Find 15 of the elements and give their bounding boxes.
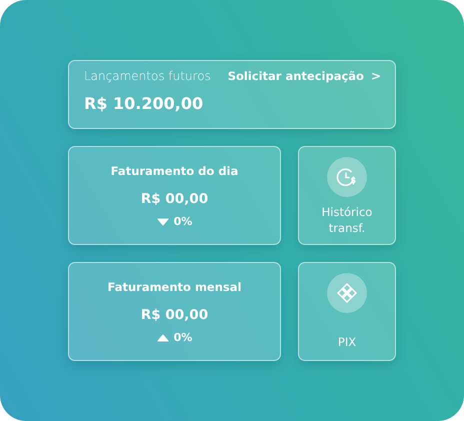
shortcut-button[interactable]: PIX bbox=[298, 262, 396, 361]
card-title: Faturamento do dia bbox=[110, 164, 238, 178]
change-percent: 0% bbox=[174, 331, 192, 344]
card-title: Faturamento mensal bbox=[108, 280, 242, 294]
amount-value: R$ 00,00 bbox=[140, 307, 208, 323]
change-percent: 0% bbox=[174, 215, 192, 228]
request-advance-link[interactable]: Solicitar antecipação > bbox=[228, 69, 381, 83]
amount-value: R$ 00,00 bbox=[140, 191, 208, 207]
pix-icon bbox=[336, 282, 358, 304]
down-triangle-icon bbox=[156, 218, 169, 226]
clock-dollar-icon bbox=[336, 166, 358, 188]
up-triangle-icon bbox=[156, 334, 169, 342]
amount-value: R$ 10.200,00 bbox=[84, 94, 204, 113]
card-label: Lançamentos futuros bbox=[84, 69, 211, 83]
shortcut-button[interactable]: Histórico transf. bbox=[298, 146, 396, 245]
